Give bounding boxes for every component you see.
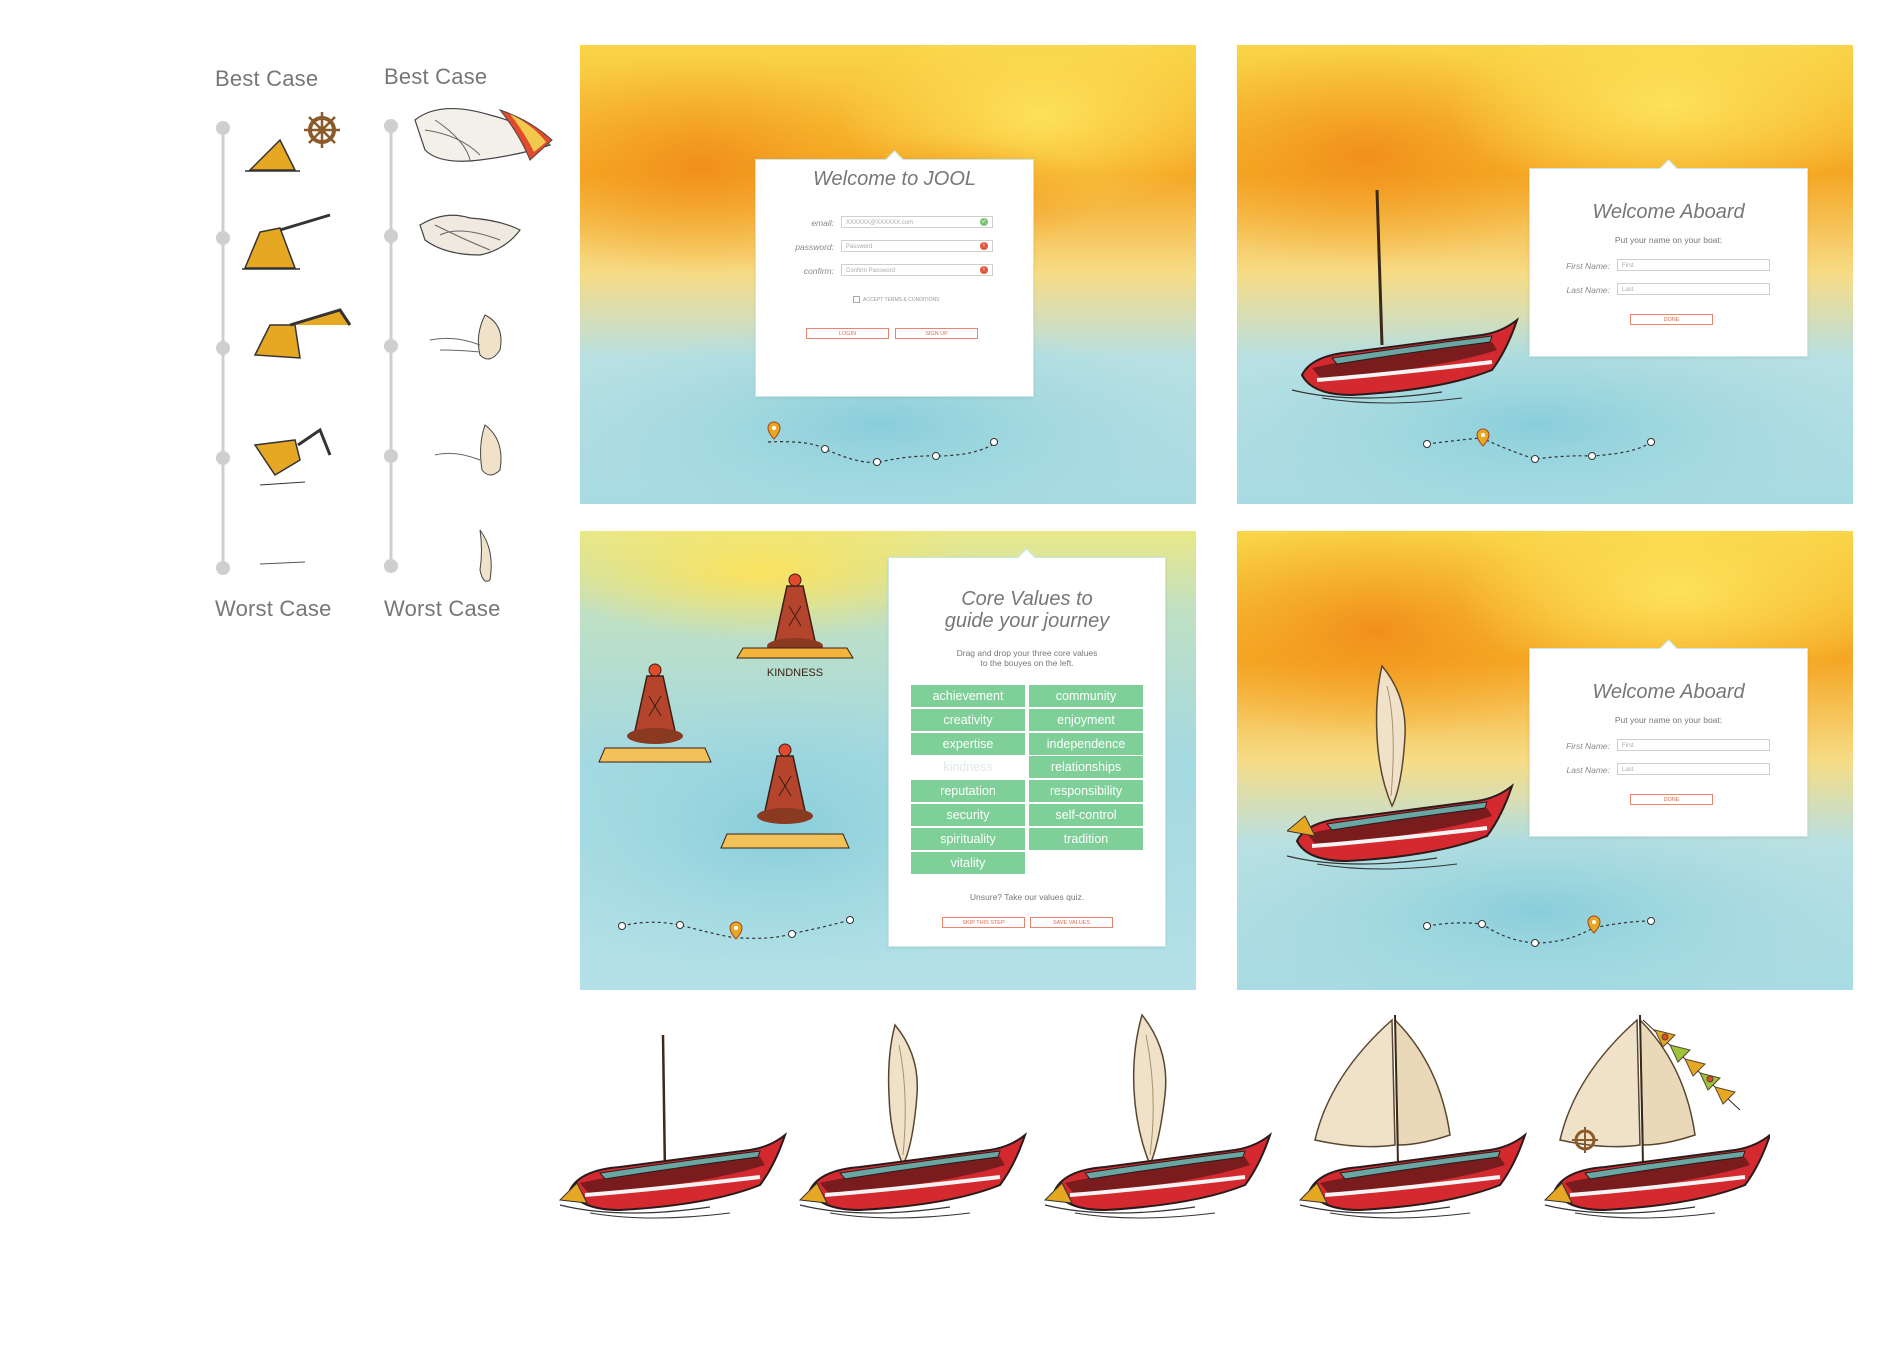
sail-stage-5-icon bbox=[479, 529, 492, 582]
boat-stage-2-icon bbox=[242, 213, 331, 270]
sail-stage-3-icon bbox=[429, 314, 502, 360]
buoys-illustration: KINDNESS bbox=[598, 573, 854, 940]
core-values-card: Core Values to guide your journey Drag a… bbox=[888, 557, 1166, 947]
value-chip-kindness[interactable]: kindness bbox=[911, 756, 1025, 779]
value-chip-self-control[interactable]: self-control bbox=[1029, 804, 1143, 826]
scale-left-worst-label: Worst Case bbox=[215, 596, 332, 621]
buoy-empty-right-icon bbox=[720, 743, 850, 849]
progress-marker-icon bbox=[1476, 428, 1490, 447]
value-chip-reputation[interactable]: reputation bbox=[911, 780, 1025, 803]
boat-stage-5-icon bbox=[259, 561, 306, 565]
scale-right-best-label: Best Case bbox=[384, 64, 488, 89]
value-chip-relationships[interactable]: relationships bbox=[1029, 756, 1143, 779]
value-chip-independence[interactable]: independence bbox=[1029, 732, 1143, 755]
value-chip-community[interactable]: community bbox=[1029, 685, 1143, 707]
boat-full-sails-icon bbox=[1298, 1014, 1527, 1220]
value-chip-spirituality[interactable]: spirituality bbox=[911, 827, 1025, 850]
sail-stage-4-icon bbox=[434, 424, 502, 476]
left-scale-track bbox=[216, 121, 230, 575]
boat-stage-4-icon bbox=[253, 427, 332, 486]
right-scale-track bbox=[384, 119, 398, 573]
boat-small-sail-icon bbox=[798, 1023, 1027, 1220]
journey-progress bbox=[1423, 428, 1655, 463]
core-values-instructions-line1: Drag and drop your three core values bbox=[956, 648, 1098, 658]
buoy-empty-left-icon bbox=[598, 663, 712, 763]
value-chip-security[interactable]: security bbox=[911, 804, 1025, 826]
save-values-button[interactable]: SAVE VALUES bbox=[1030, 917, 1113, 928]
value-chip-creativity[interactable]: creativity bbox=[911, 708, 1025, 731]
sail-stage-2-icon bbox=[419, 214, 521, 256]
core-values-instructions-line2: to the bouyes on the left. bbox=[980, 658, 1074, 668]
scale-right-worst-label: Worst Case bbox=[384, 596, 501, 621]
screen-welcome-aboard-2: Welcome Aboard Put your name on your boa… bbox=[1237, 531, 1853, 990]
screen-welcome-aboard-1: Welcome Aboard Put your name on your boa… bbox=[1237, 45, 1853, 504]
helm-boat-stage-1-icon bbox=[245, 112, 340, 172]
progress-marker-icon bbox=[729, 921, 743, 940]
buoy-kindness-icon bbox=[736, 573, 854, 659]
screen-login: Welcome to JOOL email: XXXXXX@XXXXXX.com… bbox=[580, 45, 1196, 504]
core-values-title-line2: guide your journey bbox=[944, 610, 1110, 632]
journey-progress bbox=[1423, 915, 1655, 947]
scale-left-best-label: Best Case bbox=[215, 66, 319, 91]
progress-marker-icon bbox=[767, 421, 781, 440]
value-chip-responsibility[interactable]: responsibility bbox=[1029, 780, 1143, 803]
sail-stage-1-icon bbox=[414, 108, 553, 162]
boat-small-sail-2-icon bbox=[1043, 1013, 1272, 1220]
boat-stages-row bbox=[558, 1013, 1770, 1220]
value-chip-enjoyment[interactable]: enjoyment bbox=[1029, 708, 1143, 731]
core-values-title-line1: Core Values to bbox=[961, 588, 1093, 610]
boat-mast-only-icon bbox=[558, 1034, 787, 1220]
value-chip-tradition[interactable]: tradition bbox=[1029, 827, 1143, 850]
screen-core-values: KINDNESS Core Values to guide your journ… bbox=[580, 531, 1196, 990]
buoy-kindness-label: KINDNESS bbox=[767, 667, 823, 679]
boat-full-sails-flags-icon bbox=[1543, 1014, 1770, 1220]
damage-scales bbox=[216, 108, 553, 582]
value-chip-achievement[interactable]: achievement bbox=[911, 685, 1025, 707]
journey-progress bbox=[767, 421, 999, 466]
values-quiz-link[interactable]: Unsure? Take our values quiz. bbox=[889, 892, 1165, 902]
boat-stage-3-icon bbox=[253, 308, 352, 359]
value-chip-vitality[interactable]: vitality bbox=[911, 851, 1025, 874]
skip-step-button[interactable]: SKIP THIS STEP bbox=[942, 917, 1025, 928]
value-chip-expertise[interactable]: expertise bbox=[911, 732, 1025, 755]
